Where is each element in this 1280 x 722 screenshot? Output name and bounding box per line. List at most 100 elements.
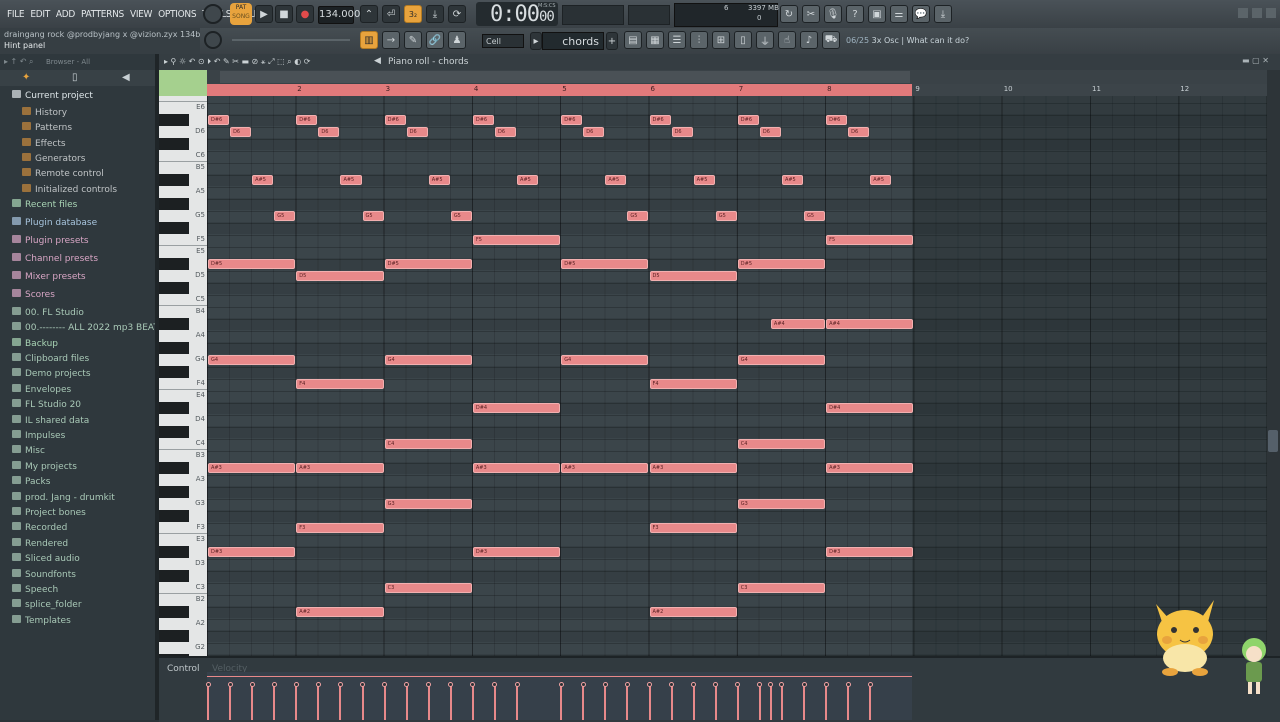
- browser-item[interactable]: Envelopes: [12, 383, 71, 398]
- touch-icon[interactable]: ☝: [778, 31, 796, 49]
- note[interactable]: A#2: [649, 607, 737, 617]
- note[interactable]: D6: [759, 127, 781, 137]
- black-key[interactable]: [159, 366, 189, 378]
- velocity-handle[interactable]: [624, 682, 630, 687]
- maximize-icon[interactable]: [1252, 8, 1262, 18]
- scroll-thumb[interactable]: [1268, 430, 1278, 452]
- velocity-handle[interactable]: [205, 682, 211, 687]
- browser-item[interactable]: Plugin presets: [12, 234, 89, 249]
- note[interactable]: G5: [627, 211, 649, 221]
- note[interactable]: A#5: [340, 175, 362, 185]
- black-key[interactable]: [159, 426, 189, 438]
- blend-notes-icon[interactable]: ⤓: [426, 5, 444, 23]
- note[interactable]: D#6: [826, 115, 848, 125]
- black-key[interactable]: [159, 462, 189, 474]
- note[interactable]: D6: [318, 127, 340, 137]
- velocity-stem[interactable]: [604, 684, 607, 720]
- velocity-stem[interactable]: [714, 684, 717, 720]
- velocity-handle[interactable]: [492, 682, 498, 687]
- loop-record-icon[interactable]: ⟳: [448, 5, 466, 23]
- browser-item[interactable]: Generators: [22, 152, 85, 167]
- velocity-stem[interactable]: [207, 684, 209, 720]
- velocity-handle[interactable]: [404, 682, 410, 687]
- browser-item[interactable]: Packs: [12, 475, 50, 490]
- note[interactable]: A#5: [870, 175, 892, 185]
- velocity-stem[interactable]: [383, 684, 386, 720]
- velocity-stem[interactable]: [493, 684, 496, 720]
- note[interactable]: C3: [384, 583, 472, 593]
- note[interactable]: C3: [737, 583, 826, 593]
- velocity-stem[interactable]: [251, 684, 254, 720]
- pat-song-toggle[interactable]: PAT SONG: [230, 3, 252, 25]
- browser-item[interactable]: Initialized controls: [22, 183, 117, 198]
- note[interactable]: G4: [561, 355, 649, 365]
- velocity-handle[interactable]: [823, 682, 829, 687]
- browser-item[interactable]: Project bones: [12, 506, 86, 521]
- pattern-slider[interactable]: [232, 39, 350, 41]
- note[interactable]: G5: [362, 211, 384, 221]
- velocity-handle[interactable]: [470, 682, 476, 687]
- browser-item[interactable]: Current project: [12, 89, 93, 104]
- browser-item[interactable]: My projects: [12, 460, 77, 475]
- note[interactable]: D#5: [208, 259, 296, 269]
- chat-icon[interactable]: 💬: [912, 5, 930, 23]
- black-key[interactable]: [159, 510, 189, 522]
- velocity-stem[interactable]: [339, 684, 342, 720]
- note-grid[interactable]: D#6D6A#5D#5G4A#3D#3D#2D#6D6A#5G5D5F4A#3F…: [207, 96, 1267, 656]
- mixer-icon[interactable]: ⚌: [890, 5, 908, 23]
- velocity-handle[interactable]: [315, 682, 321, 687]
- control-label[interactable]: Control: [167, 664, 200, 674]
- velocity-handle[interactable]: [448, 682, 454, 687]
- browser-item[interactable]: Scores: [12, 288, 55, 303]
- refresh-icon[interactable]: ↻: [780, 5, 798, 23]
- browser-item[interactable]: Impulses: [12, 429, 65, 444]
- note[interactable]: A#3: [561, 463, 649, 473]
- black-key[interactable]: [159, 174, 189, 186]
- note[interactable]: D5: [296, 271, 384, 281]
- velocity-handle[interactable]: [768, 682, 774, 687]
- velocity-stem[interactable]: [449, 684, 452, 720]
- black-key[interactable]: [159, 630, 189, 642]
- note[interactable]: D#6: [384, 115, 406, 125]
- velocity-stem[interactable]: [825, 684, 828, 720]
- menu-edit[interactable]: EDIT: [27, 9, 53, 20]
- velocity-stem[interactable]: [692, 684, 695, 720]
- browser-item[interactable]: FL Studio 20: [12, 398, 81, 413]
- browser-item[interactable]: History: [22, 106, 67, 121]
- news-ticker[interactable]: 06/25 3x Osc | What can it do?: [846, 36, 969, 45]
- browser-tab-audio-icon[interactable]: ◀: [122, 72, 130, 83]
- browser-nav-icons[interactable]: ▸ ↑ ↶ ⌕: [4, 57, 34, 67]
- velocity-stem[interactable]: [803, 684, 806, 720]
- note[interactable]: A#3: [208, 463, 296, 473]
- pattern-prev-icon[interactable]: ▸: [530, 32, 542, 50]
- note[interactable]: G3: [384, 499, 472, 509]
- velocity-handle[interactable]: [558, 682, 564, 687]
- note[interactable]: G5: [715, 211, 737, 221]
- velocity-stem[interactable]: [317, 684, 320, 720]
- note[interactable]: D#5: [561, 259, 649, 269]
- velocity-stem[interactable]: [670, 684, 673, 720]
- note[interactable]: A#2: [296, 607, 384, 617]
- velocity-stem[interactable]: [648, 684, 651, 720]
- note[interactable]: D6: [406, 127, 428, 137]
- master-volume-knob[interactable]: [203, 4, 223, 24]
- add-pattern-icon[interactable]: +: [606, 32, 618, 50]
- channel-rack-icon[interactable]: ▦: [646, 31, 664, 49]
- playlist-arrow-icon[interactable]: →: [382, 31, 400, 49]
- browser-item[interactable]: Patterns: [22, 121, 72, 136]
- browser-item[interactable]: Mixer presets: [12, 270, 86, 285]
- browser-tab-files-icon[interactable]: ▯: [72, 72, 78, 83]
- note[interactable]: D#6: [472, 115, 494, 125]
- velocity-handle[interactable]: [426, 682, 432, 687]
- menu-add[interactable]: ADD: [53, 9, 78, 20]
- draw-icon[interactable]: ✎: [404, 31, 422, 49]
- note[interactable]: A#5: [428, 175, 450, 185]
- snap-select[interactable]: Cell: [482, 34, 524, 48]
- note[interactable]: D#6: [737, 115, 759, 125]
- note[interactable]: A#5: [693, 175, 715, 185]
- velocity-stem[interactable]: [273, 684, 276, 720]
- minimize-icon[interactable]: [1238, 8, 1248, 18]
- note[interactable]: G5: [450, 211, 472, 221]
- cart-icon[interactable]: ⛟: [822, 31, 840, 49]
- note[interactable]: A#3: [649, 463, 737, 473]
